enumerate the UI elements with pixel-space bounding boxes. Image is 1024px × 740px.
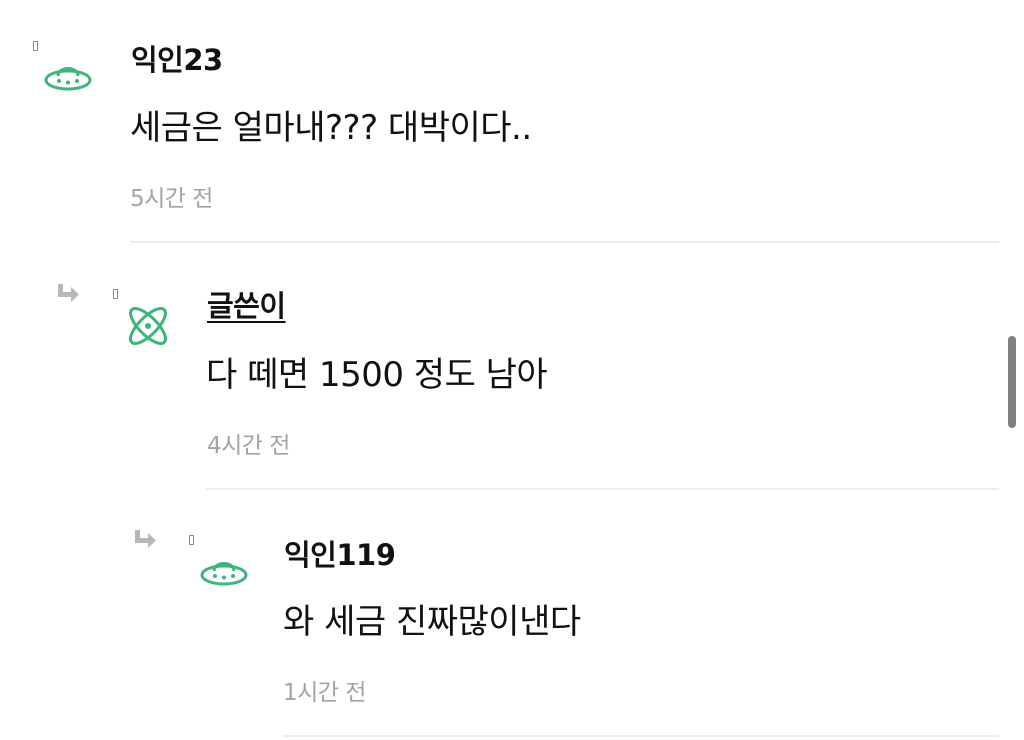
comment-divider xyxy=(206,488,999,490)
comment-time: 4시간 전 xyxy=(207,433,290,459)
comment-time: 5시간 전 xyxy=(130,186,213,212)
scrollbar[interactable] xyxy=(1008,336,1016,428)
comment-divider xyxy=(130,241,999,243)
comment-content: 다 떼면 1500 정도 남아 xyxy=(206,355,548,395)
comment-divider xyxy=(283,735,999,737)
atom-icon xyxy=(122,300,174,352)
comment-content: 와 세금 진짜많이낸다 xyxy=(283,602,581,642)
comment-nickname[interactable]: 익인23 xyxy=(131,37,223,79)
ufo-icon xyxy=(42,58,94,110)
reply-arrow-icon xyxy=(132,530,158,552)
marker-icon xyxy=(33,41,38,51)
reply-arrow-icon xyxy=(55,284,81,306)
marker-icon xyxy=(113,289,118,299)
marker-icon xyxy=(189,535,194,545)
comment-time: 1시간 전 xyxy=(283,680,366,706)
ufo-icon xyxy=(198,553,250,605)
comment-nickname[interactable]: 익인119 xyxy=(284,532,396,574)
comment-content: 세금은 얼마내??? 대박이다.. xyxy=(130,108,532,148)
comment-nickname[interactable]: 글쓴이 xyxy=(207,283,286,325)
